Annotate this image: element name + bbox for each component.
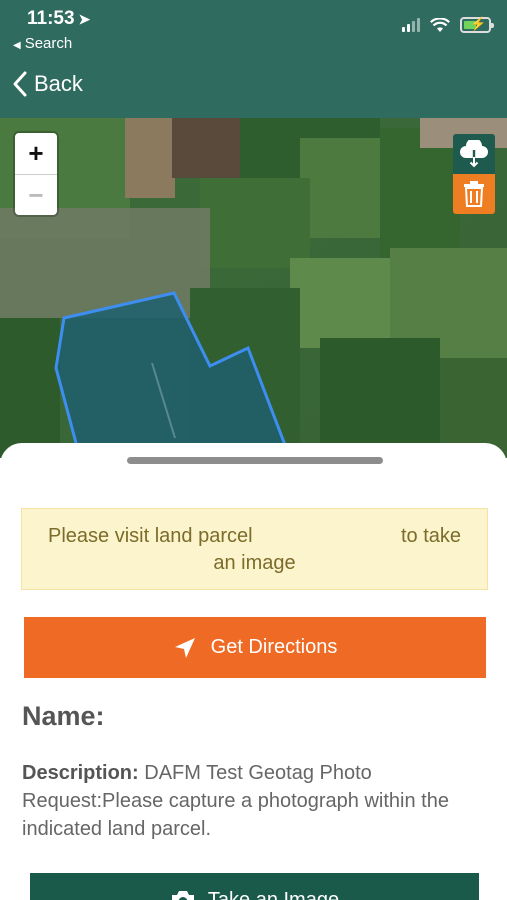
zoom-control: + − — [15, 133, 57, 215]
take-image-label: Take an Image — [207, 889, 340, 900]
notice-line-1: Please visit land parcel to take — [40, 523, 469, 550]
get-directions-button[interactable]: Get Directions — [24, 617, 486, 678]
visit-parcel-notice: Please visit land parcel to take an imag… — [21, 508, 488, 590]
return-to-search-link[interactable]: ◀ Search — [13, 35, 72, 52]
cloud-download-icon — [460, 140, 488, 168]
satellite-map[interactable]: + − — [0, 118, 507, 458]
notice-text-start: Please visit land parcel — [48, 525, 253, 547]
back-triangle-icon: ◀ — [13, 40, 21, 51]
trash-icon — [464, 181, 484, 207]
back-button[interactable]: Back — [12, 70, 83, 98]
take-image-button[interactable]: Take an Image — [30, 873, 479, 900]
description: Description: DAFM Test Geotag Photo Requ… — [22, 759, 482, 843]
notice-line-2: an image — [213, 552, 296, 574]
location-arrow-icon: ➤ — [78, 11, 91, 27]
status-time: 11:53 ➤ — [27, 8, 90, 30]
delete-button[interactable] — [453, 174, 495, 214]
status-time-text: 11:53 — [27, 8, 75, 29]
wifi-icon — [430, 17, 450, 32]
details-sheet: Please visit land parcel to take an imag… — [0, 443, 507, 900]
get-directions-label: Get Directions — [210, 636, 338, 658]
battery-icon: ⚡ — [460, 16, 494, 33]
camera-icon — [171, 891, 194, 900]
name-label: Name: — [22, 701, 105, 731]
zoom-out-button[interactable]: − — [15, 174, 57, 215]
sheet-drag-handle[interactable] — [127, 457, 383, 464]
back-button-label: Back — [34, 71, 83, 96]
app-header: 11:53 ➤ ◀ Search ⚡ Back — [0, 0, 507, 118]
return-to-search-label: Search — [24, 35, 73, 52]
navigation-arrow-icon — [174, 637, 195, 658]
status-icons: ⚡ — [402, 14, 494, 36]
chevron-left-icon — [13, 71, 27, 97]
zoom-in-button[interactable]: + — [15, 133, 57, 174]
description-label: Description: — [22, 762, 139, 784]
land-parcel-outline — [54, 291, 292, 458]
cloud-download-button[interactable] — [453, 134, 495, 174]
cellular-signal-icon — [402, 18, 420, 32]
notice-text-end: to take — [400, 525, 461, 547]
